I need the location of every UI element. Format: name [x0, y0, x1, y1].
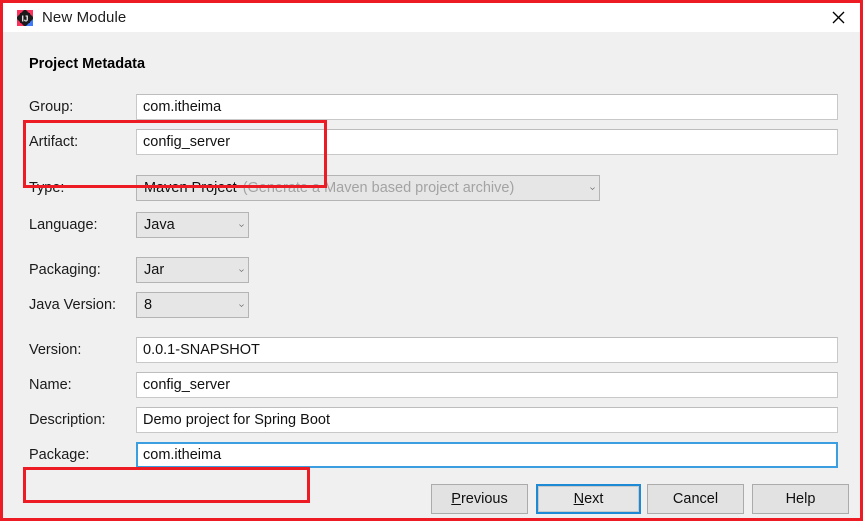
description-input[interactable]: Demo project for Spring Boot	[136, 407, 838, 433]
type-label: Type:	[29, 180, 65, 196]
form-row-packaging: Packaging: Jar	[3, 257, 860, 283]
help-label-text: Help	[785, 491, 816, 507]
next-label-post: ext	[584, 491, 604, 507]
package-label: Package:	[29, 447, 90, 463]
previous-button-label: Previous	[451, 491, 507, 507]
form-row-version: Version: 0.0.1-SNAPSHOT	[3, 337, 860, 363]
form-row-description: Description: Demo project for Spring Boot	[3, 407, 860, 433]
next-button[interactable]: Next	[536, 484, 641, 514]
javaversion-label: Java Version:	[29, 297, 117, 313]
next-button-label: Next	[574, 491, 604, 507]
help-button-label: Help	[786, 491, 816, 507]
language-label: Language:	[29, 217, 98, 233]
previous-button[interactable]: Previous	[431, 484, 528, 514]
type-dropdown-hint: (Generate a Maven based project archive)	[242, 180, 515, 196]
group-input[interactable]: com.itheima	[136, 94, 838, 120]
version-input[interactable]: 0.0.1-SNAPSHOT	[136, 337, 838, 363]
artifact-input[interactable]: config_server	[136, 129, 838, 155]
group-label: Group:	[29, 99, 74, 115]
close-icon	[832, 11, 844, 24]
form-row-name: Name: config_server	[3, 372, 860, 398]
new-module-dialog: IJ New Module Project Metadata Group: com…	[0, 0, 863, 521]
packaging-label: Packaging:	[29, 262, 101, 278]
javaversion-dropdown[interactable]: 8	[136, 292, 249, 318]
chevron-down-icon	[239, 268, 244, 272]
version-label: Version:	[29, 342, 82, 358]
name-label: Name:	[29, 377, 72, 393]
form-row-javaversion: Java Version: 8	[3, 292, 860, 318]
title-bar: IJ New Module	[3, 3, 860, 32]
next-label-mnemonic: N	[573, 491, 585, 507]
packaging-dropdown[interactable]: Jar	[136, 257, 249, 283]
cancel-button-label: Cancel	[673, 491, 718, 507]
form-row-package: Package: com.itheima	[3, 442, 860, 468]
previous-label-mnemonic: P	[451, 491, 461, 507]
javaversion-dropdown-value: 8	[144, 297, 153, 313]
chevron-down-icon	[239, 303, 244, 307]
cancel-label-text: Cancel	[672, 491, 719, 507]
name-input[interactable]: config_server	[136, 372, 838, 398]
form-row-group: Group: com.itheima	[3, 94, 860, 120]
cancel-button[interactable]: Cancel	[647, 484, 744, 514]
type-dropdown-value: Maven Project	[144, 180, 237, 196]
chevron-down-icon	[590, 186, 595, 190]
close-button[interactable]	[816, 3, 860, 32]
form-row-language: Language: Java	[3, 212, 860, 238]
artifact-label: Artifact:	[29, 134, 79, 150]
language-dropdown-value: Java	[144, 217, 175, 233]
dialog-body: Project Metadata Group: com.itheima Artifa…	[3, 32, 860, 518]
previous-label-post: revious	[460, 491, 508, 507]
language-dropdown[interactable]: Java	[136, 212, 249, 238]
description-label: Description:	[29, 412, 106, 428]
packaging-dropdown-value: Jar	[144, 262, 165, 278]
package-input[interactable]: com.itheima	[136, 442, 838, 468]
page-title: Project Metadata	[29, 56, 146, 72]
form-row-artifact: Artifact: config_server	[3, 129, 860, 155]
intellij-idea-icon: IJ	[17, 9, 33, 26]
form-row-type: Type: Maven Project (Generate a Maven base…	[3, 175, 860, 201]
type-dropdown[interactable]: Maven Project (Generate a Maven based pro…	[136, 175, 600, 201]
svg-text:IJ: IJ	[22, 14, 29, 23]
chevron-down-icon	[239, 223, 244, 227]
button-bar: Previous Next Cancel Help	[3, 484, 860, 518]
help-button[interactable]: Help	[752, 484, 849, 514]
window-title: New Module	[42, 9, 127, 26]
